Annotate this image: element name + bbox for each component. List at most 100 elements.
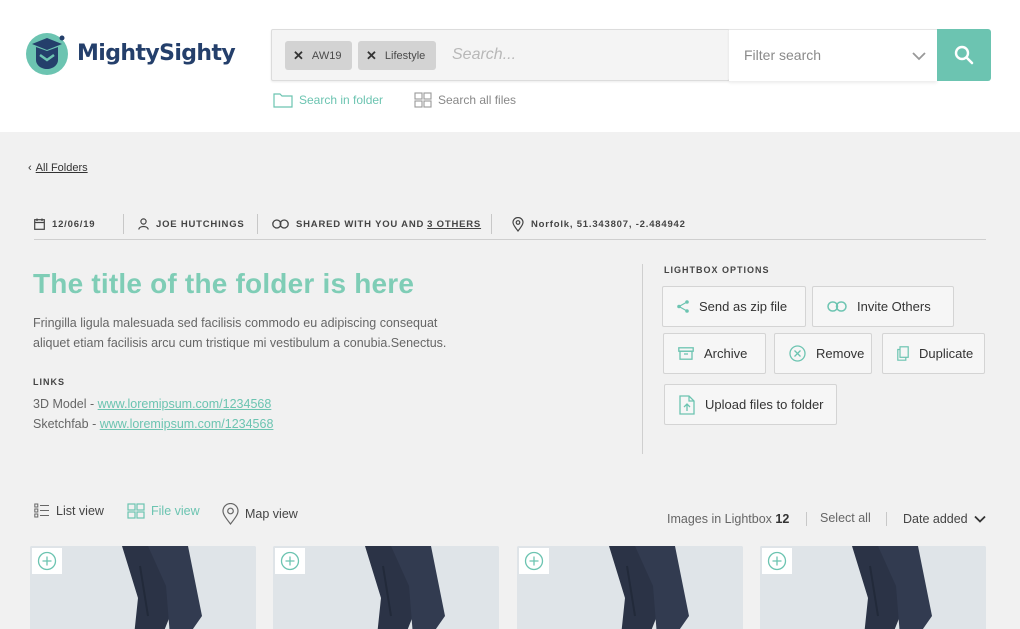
brand-name: MightySighty: [77, 40, 236, 66]
add-to-lightbox-button[interactable]: [762, 548, 792, 574]
chip-label: AW19: [311, 49, 342, 62]
chevron-down-icon: [974, 515, 986, 523]
search-all-files-option[interactable]: Search all files: [414, 92, 516, 108]
plus-circle-icon: [37, 551, 57, 571]
plus-circle-icon: [767, 551, 787, 571]
button-label: Remove: [816, 346, 865, 361]
link-url[interactable]: www.loremipsum.com/1234568: [98, 397, 272, 411]
image-tile[interactable]: [273, 546, 499, 629]
upload-files-button[interactable]: Upload files to folder: [664, 384, 837, 425]
list-icon: [34, 503, 49, 518]
meta-date: 12/06/19: [34, 214, 95, 234]
close-icon[interactable]: ✕: [293, 48, 304, 64]
link-url[interactable]: www.loremipsum.com/1234568: [100, 417, 274, 431]
file-view-tab[interactable]: File view: [127, 503, 200, 519]
grid-icon: [127, 503, 145, 519]
lightbox-options-heading: LIGHTBOX OPTIONS: [664, 265, 770, 275]
image-tile[interactable]: [760, 546, 986, 629]
images-count-value: 12: [775, 512, 790, 526]
link-label: 3D Model -: [33, 397, 95, 411]
image-thumbnail: [760, 546, 986, 629]
select-all-button[interactable]: Select all: [820, 511, 871, 525]
search-bar[interactable]: ✕ AW19 ✕ Lifestyle Search...: [271, 29, 730, 81]
grid-icon: [414, 92, 432, 108]
divider: [806, 512, 807, 526]
chip-label: Lifestyle: [384, 49, 426, 62]
sort-dropdown[interactable]: Date added: [903, 512, 986, 526]
link-icon: [272, 219, 289, 229]
button-label: Send as zip file: [699, 299, 788, 314]
image-tile[interactable]: [30, 546, 256, 629]
filter-label: Filter search: [744, 47, 822, 63]
divider: [886, 512, 887, 526]
breadcrumb[interactable]: ‹ All Folders: [28, 162, 88, 174]
meta-location: Norfolk, 51.343807, -2.484942: [512, 214, 686, 234]
description-line: aliquet etiam facilisis arcu cum tristiq…: [33, 336, 447, 350]
meta-owner: JOE HUTCHINGS: [138, 214, 245, 234]
view-label: File view: [151, 504, 200, 518]
upload-file-icon: [679, 394, 695, 415]
search-in-folder-option[interactable]: Search in folder: [273, 92, 383, 108]
view-label: List view: [56, 503, 104, 518]
chevron-down-icon: [912, 52, 926, 61]
description-line: Fringilla ligula malesuada sed facilisis…: [33, 316, 438, 330]
location-pin-icon: [512, 216, 524, 232]
archive-button[interactable]: Archive: [663, 333, 766, 374]
page-title: The title of the folder is here: [33, 268, 415, 299]
images-count: Images in Lightbox 12: [667, 512, 789, 526]
map-view-tab[interactable]: Map view: [222, 503, 298, 525]
search-chip-aw19[interactable]: ✕ AW19: [285, 41, 353, 70]
share-icon: [677, 300, 689, 313]
link-row-sketchfab: Sketchfab - www.loremipsum.com/1234568: [33, 417, 273, 431]
meta-location-value: Norfolk, 51.343807, -2.484942: [531, 218, 686, 230]
chevron-left-icon: ‹: [28, 162, 32, 174]
archive-icon: [678, 347, 694, 360]
logo-mark-icon: [26, 33, 68, 75]
send-zip-button[interactable]: Send as zip file: [662, 286, 806, 327]
link-label: Sketchfab -: [33, 417, 97, 431]
folder-description: Fringilla ligula malesuada sed facilisis…: [33, 313, 493, 353]
remove-button[interactable]: Remove: [774, 333, 872, 374]
button-label: Upload files to folder: [705, 397, 824, 412]
image-tile[interactable]: [517, 546, 743, 629]
view-label: Map view: [245, 507, 298, 521]
meta-owner-value: JOE HUTCHINGS: [156, 218, 245, 230]
folder-icon: [273, 93, 293, 108]
sort-label: Date added: [903, 512, 968, 526]
divider: [257, 214, 258, 234]
add-to-lightbox-button[interactable]: [275, 548, 305, 574]
scope-label: Search all files: [438, 93, 517, 107]
breadcrumb-all-folders[interactable]: All Folders: [36, 162, 88, 174]
image-thumbnail: [273, 546, 499, 629]
button-label: Invite Others: [857, 299, 931, 314]
image-thumbnail: [30, 546, 256, 629]
search-input[interactable]: Search...: [452, 46, 516, 64]
links-heading: LINKS: [33, 377, 65, 387]
meta-shared: SHARED WITH YOU AND 3 OTHERS: [272, 214, 481, 234]
close-icon[interactable]: ✕: [366, 48, 377, 64]
search-chip-lifestyle[interactable]: ✕ Lifestyle: [358, 41, 437, 70]
plus-circle-icon: [524, 551, 544, 571]
duplicate-icon: [897, 346, 909, 361]
user-icon: [138, 218, 149, 230]
duplicate-button[interactable]: Duplicate: [882, 333, 985, 374]
meta-shared-prefix: SHARED WITH YOU AND: [296, 218, 425, 230]
plus-circle-icon: [280, 551, 300, 571]
filter-dropdown[interactable]: Filter search: [729, 29, 937, 81]
logo[interactable]: MightySighty: [24, 30, 236, 76]
image-thumbnail: [517, 546, 743, 629]
calendar-icon: [34, 218, 45, 230]
add-to-lightbox-button[interactable]: [519, 548, 549, 574]
folder-meta: 12/06/19 JOE HUTCHINGS SHARED WITH YOU A…: [34, 214, 986, 240]
link-icon: [827, 301, 847, 312]
add-to-lightbox-button[interactable]: [32, 548, 62, 574]
location-pin-icon: [222, 503, 239, 525]
header: MightySighty ✕ AW19 ✕ Lifestyle Search..…: [0, 0, 1020, 132]
invite-others-button[interactable]: Invite Others: [812, 286, 954, 327]
meta-shared-others-link[interactable]: 3 OTHERS: [427, 219, 481, 230]
button-label: Duplicate: [919, 346, 974, 361]
link-row-3d-model: 3D Model - www.loremipsum.com/1234568: [33, 397, 271, 411]
images-count-label: Images in Lightbox: [667, 512, 772, 526]
list-view-tab[interactable]: List view: [34, 503, 104, 518]
search-button[interactable]: [937, 29, 991, 81]
